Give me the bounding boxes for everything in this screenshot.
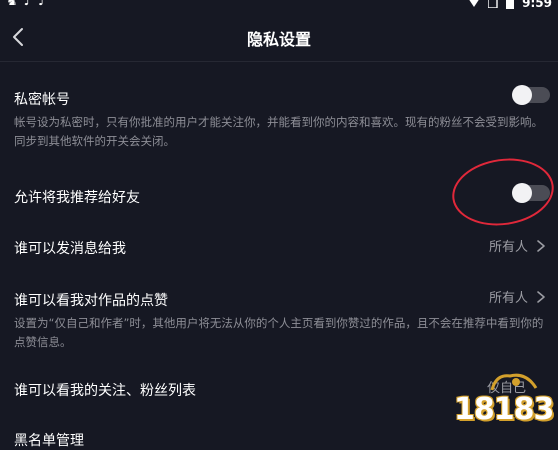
signal-icon <box>488 0 498 8</box>
status-right: 9:59 <box>468 0 552 10</box>
toggle-knob <box>512 85 532 105</box>
who-can-message-label: 谁可以发消息给我 <box>14 241 126 257</box>
who-can-message-value: 所有人 <box>488 240 528 255</box>
chevron-right-icon <box>537 239 545 252</box>
who-can-see-likes-value: 所有人 <box>488 291 528 306</box>
header-divider <box>0 61 558 62</box>
annotation-circle <box>447 152 558 232</box>
who-can-see-likes-label: 谁可以看我对作品的点赞 <box>14 293 168 309</box>
header: 隐私设置 <box>0 16 558 58</box>
private-account-label: 私密帐号 <box>14 92 70 108</box>
watermark-logo: 18183 <box>450 370 554 436</box>
chevron-right-icon <box>537 290 545 303</box>
watermark-text: 18183 <box>454 392 554 427</box>
who-can-message-row-action[interactable]: 所有人 <box>489 236 546 255</box>
recommend-to-friends-label: 允许将我推荐给好友 <box>14 190 140 206</box>
page-title: 隐私设置 <box>246 30 311 49</box>
battery-icon <box>506 0 515 9</box>
status-time: 9:59 <box>522 0 552 10</box>
watermark-game-icon <box>490 373 538 391</box>
private-account-toggle[interactable] <box>512 85 550 105</box>
status-bar: ♞♪♪ 9:59 <box>0 0 558 12</box>
app-icon: ♞ <box>6 0 24 9</box>
blacklist-label[interactable]: 黑名单管理 <box>14 430 84 450</box>
status-left-icons: ♞♪♪ <box>6 0 52 9</box>
who-can-see-follow-list-label: 谁可以看我的关注、粉丝列表 <box>14 383 196 399</box>
tiktok-icon: ♪ <box>23 0 38 9</box>
wifi-icon <box>469 0 479 7</box>
who-can-see-likes-row-action[interactable]: 所有人 <box>489 287 546 306</box>
who-can-see-likes-description: 设置为“仅自己和作者”时，其他用户将无法从你的个人主页看到你赞过的作品，且不会在… <box>14 316 544 349</box>
private-account-description: 帐号设为私密时，只有你批准的用户才能关注你，并能看到你的内容和喜欢。现有的粉丝不… <box>14 115 543 148</box>
tiktok-icon: ♪ <box>37 0 53 9</box>
